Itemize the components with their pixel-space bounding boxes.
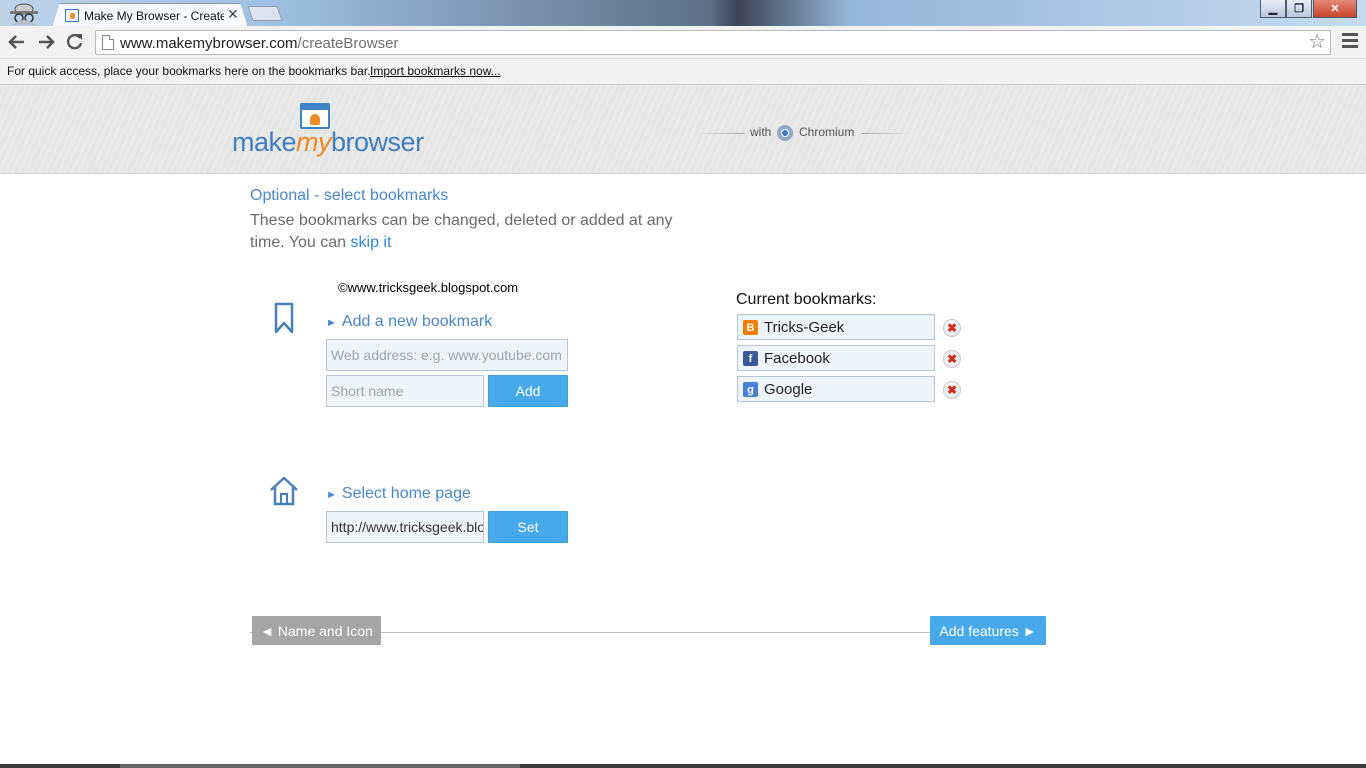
set-home-page-button[interactable]: Set <box>488 511 568 543</box>
restore-button[interactable]: ❐ <box>1286 0 1312 18</box>
home-page-input[interactable]: http://www.tricksgeek.blogspot.com <box>326 511 484 543</box>
add-features-button[interactable]: Add features ► <box>930 616 1046 645</box>
remove-bookmark-icon[interactable]: ✖ <box>943 381 961 399</box>
tab-title: Make My Browser - Create <box>84 9 224 23</box>
taskbar-edge <box>0 764 1366 768</box>
close-icon: ✕ <box>1330 3 1340 15</box>
restore-icon: ❐ <box>1294 3 1304 15</box>
step-title: Optional - select bookmarks <box>250 187 449 204</box>
arrow-left-icon <box>8 35 24 49</box>
tab-close-icon[interactable]: ✕ <box>227 6 239 23</box>
minimize-icon: ▁ <box>1268 3 1278 15</box>
remove-bookmark-icon[interactable]: ✖ <box>943 350 961 368</box>
remove-bookmark-icon[interactable]: ✖ <box>943 319 961 337</box>
address-bar[interactable]: www.makemybrowser.com/createBrowser ☆ <box>95 30 1331 55</box>
with-label: with <box>750 125 772 139</box>
menu-icon[interactable] <box>1342 33 1358 49</box>
web-address-input[interactable]: Web address: e.g. www.youtube.com <box>326 339 568 371</box>
facebook-icon: f <box>743 351 758 366</box>
engine-label: Chromium <box>799 125 855 139</box>
close-window-button[interactable]: ✕ <box>1313 0 1357 18</box>
bookmarks-bar-hint: For quick access, place your bookmarks h… <box>7 64 371 78</box>
site-header: makemybrowser with Chromium <box>0 85 1366 174</box>
skip-link[interactable]: skip it <box>351 234 392 251</box>
expand-triangle-icon: ► <box>326 489 337 501</box>
short-name-input[interactable]: Short name <box>326 375 484 407</box>
bookmark-icon <box>274 302 294 334</box>
reload-icon <box>66 33 83 50</box>
expand-triangle-icon: ► <box>326 317 337 329</box>
arrow-right-icon <box>39 35 55 49</box>
bookmark-name: Facebook <box>764 350 830 367</box>
step-description: These bookmarks can be changed, deleted … <box>250 212 673 251</box>
watermark: ©www.tricksgeek.blogspot.com <box>338 280 519 295</box>
powered-by: with Chromium <box>697 125 910 141</box>
import-bookmarks-link[interactable]: Import bookmarks now... <box>370 64 501 78</box>
makemybrowser-logo[interactable]: makemybrowser <box>232 101 432 161</box>
site-favicon-icon <box>65 9 79 22</box>
bookmark-item[interactable]: f Facebook <box>737 345 935 371</box>
new-tab-button[interactable] <box>247 6 283 21</box>
back-name-and-icon-button[interactable]: ◄ Name and Icon <box>252 616 381 645</box>
bookmark-star-icon[interactable]: ☆ <box>1308 31 1326 54</box>
url-text: www.makemybrowser.com/createBrowser <box>120 35 399 52</box>
bookmark-name: Google <box>764 381 813 398</box>
forward-button[interactable] <box>34 31 58 53</box>
blogger-icon: B <box>743 320 758 335</box>
current-bookmarks-title: Current bookmarks: <box>736 291 877 308</box>
window-title-bar: Make My Browser - Create ✕ ▁ ❐ ✕ <box>0 0 1366 27</box>
chromium-icon <box>777 125 793 141</box>
home-icon <box>270 476 298 506</box>
incognito-icon <box>10 3 38 25</box>
bookmark-item[interactable]: B Tricks-Geek <box>737 314 935 340</box>
select-home-page-heading[interactable]: ► Select home page <box>326 485 471 503</box>
browser-toolbar: www.makemybrowser.com/createBrowser ☆ <box>0 26 1366 59</box>
add-bookmark-heading[interactable]: ► Add a new bookmark <box>326 313 492 331</box>
bookmark-name: Tricks-Geek <box>764 319 845 336</box>
back-button[interactable] <box>5 31 29 53</box>
reload-button[interactable] <box>63 31 87 53</box>
active-tab[interactable]: Make My Browser - Create ✕ <box>52 3 248 27</box>
google-icon: g <box>743 382 758 397</box>
bookmarks-bar: For quick access, place your bookmarks h… <box>0 59 1366 85</box>
bookmark-item[interactable]: g Google <box>737 376 935 402</box>
add-bookmark-button[interactable]: Add <box>488 375 568 407</box>
minimize-button[interactable]: ▁ <box>1260 0 1286 18</box>
page-icon <box>102 35 114 50</box>
logo-window-icon <box>300 103 330 129</box>
